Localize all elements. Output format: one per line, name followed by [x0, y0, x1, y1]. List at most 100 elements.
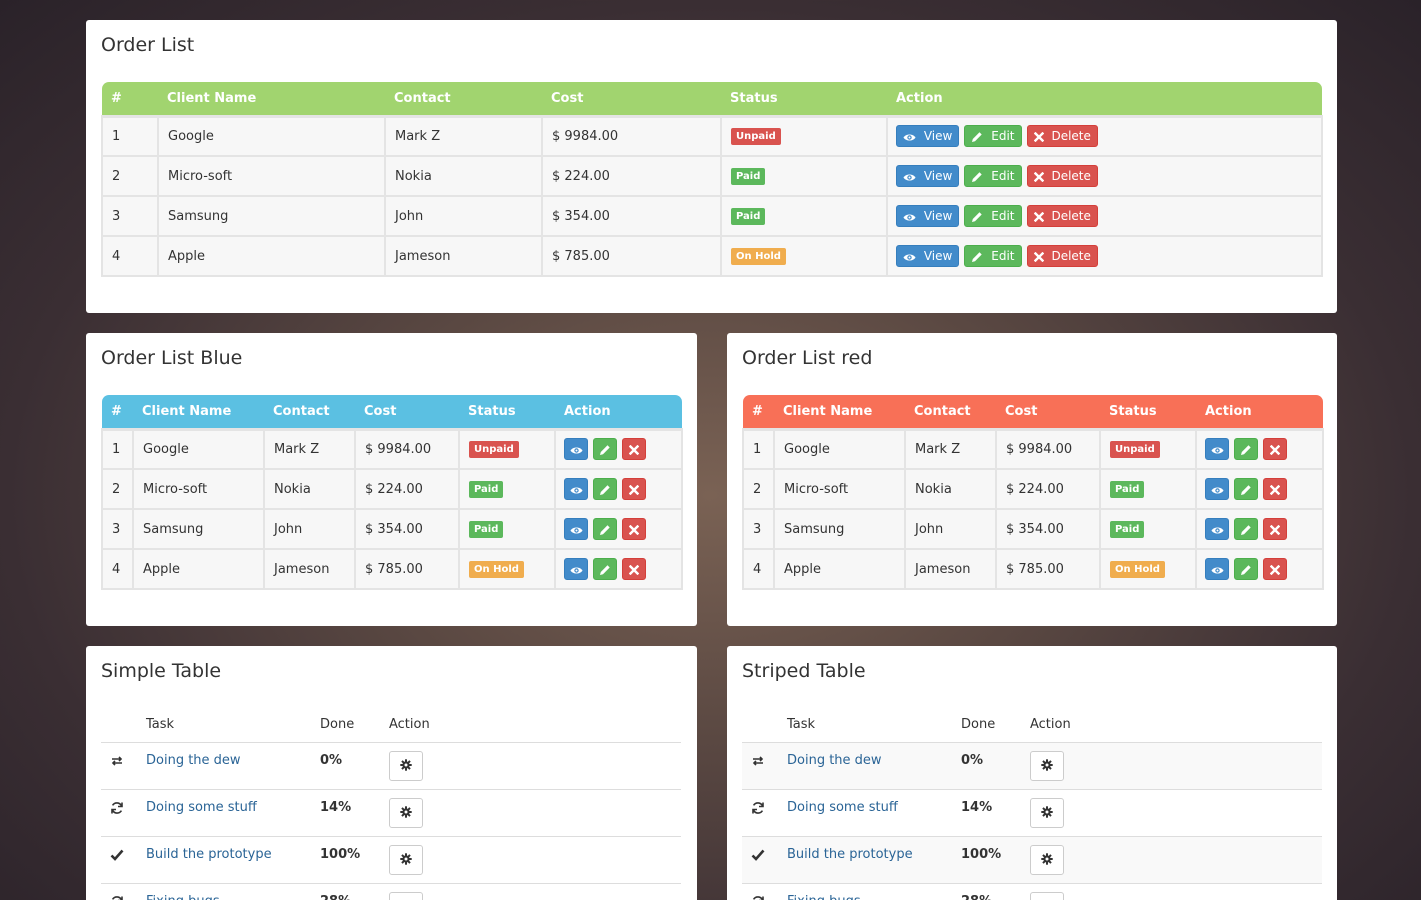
edit-button[interactable]: Edit [964, 205, 1022, 227]
task-link[interactable]: Fixing bugs [146, 894, 220, 900]
status-badge: Unpaid [469, 440, 519, 458]
view-button[interactable] [564, 438, 588, 461]
row-icon-cell [742, 742, 787, 790]
delete-button[interactable] [1263, 558, 1288, 580]
edit-button[interactable]: Edit [964, 245, 1022, 267]
check-icon [109, 847, 125, 863]
task-link[interactable]: Doing the dew [146, 753, 241, 768]
edit-button[interactable] [593, 438, 618, 461]
column-header: Status [1100, 395, 1196, 429]
task-link[interactable]: Doing the dew [787, 753, 882, 768]
settings-button[interactable] [1030, 891, 1064, 900]
edit-button[interactable] [1234, 518, 1259, 540]
settings-button[interactable] [389, 797, 423, 828]
view-button[interactable] [564, 558, 588, 580]
close-icon [1270, 560, 1281, 580]
delete-button[interactable] [1263, 478, 1288, 500]
table-row: 2 Micro-soft Nokia $ 224.00 Paid [101, 468, 683, 510]
edit-button[interactable]: Edit [964, 125, 1022, 148]
gear-icon [400, 893, 412, 900]
row-icon-cell [101, 789, 146, 837]
delete-button[interactable] [622, 518, 647, 540]
table-row: 3 Samsung John $ 354.00 Paid [101, 508, 683, 550]
settings-button[interactable] [1030, 797, 1064, 828]
cost-value: $ 785.00 [541, 235, 722, 277]
edit-button[interactable] [593, 478, 618, 500]
contact-name: John [263, 508, 356, 550]
status-badge: On Hold [469, 560, 524, 578]
delete-button[interactable]: Delete [1026, 125, 1098, 148]
cost-value: $ 354.00 [354, 508, 460, 550]
column-header: Contact [264, 395, 355, 429]
close-icon [1270, 520, 1281, 540]
row-number: 3 [742, 508, 775, 550]
eye-icon [1211, 440, 1224, 460]
eye-icon [1211, 560, 1224, 580]
action-cell [1195, 548, 1324, 590]
cost-value: $ 785.00 [995, 548, 1101, 590]
table-row: 1 Google Mark Z $ 9984.00 Unpaid [101, 427, 683, 470]
row-number: 1 [101, 427, 134, 470]
settings-button[interactable] [389, 750, 423, 781]
action-cell [1030, 883, 1322, 900]
status-cell: Paid [1099, 508, 1197, 550]
task-link[interactable]: Build the prototype [787, 847, 913, 862]
view-button[interactable] [1205, 518, 1229, 540]
edit-button[interactable] [593, 558, 618, 580]
column-header: Contact [905, 395, 996, 429]
task-link[interactable]: Doing some stuff [146, 800, 257, 815]
edit-button[interactable] [1234, 558, 1259, 580]
settings-button[interactable] [389, 844, 423, 875]
view-button[interactable]: View [896, 205, 960, 227]
edit-button[interactable] [1234, 438, 1259, 461]
eye-icon [1211, 480, 1224, 500]
close-icon [1033, 247, 1044, 267]
delete-button[interactable] [1263, 438, 1288, 461]
view-button[interactable] [1205, 558, 1229, 580]
view-button[interactable] [1205, 438, 1229, 461]
close-icon [1033, 167, 1044, 187]
row-number: 1 [742, 427, 775, 470]
delete-button[interactable] [622, 558, 647, 580]
delete-button[interactable]: Delete [1026, 165, 1098, 187]
eye-icon [903, 247, 916, 267]
close-icon [629, 520, 640, 540]
view-button[interactable]: View [896, 165, 960, 187]
gear-icon [400, 752, 412, 780]
delete-button[interactable] [622, 438, 647, 461]
task-link[interactable]: Build the prototype [146, 847, 272, 862]
status-cell: Unpaid [1099, 427, 1197, 470]
view-button[interactable] [564, 518, 588, 540]
settings-button[interactable] [1030, 750, 1064, 781]
row-number: 2 [101, 468, 134, 510]
contact-name: John [904, 508, 997, 550]
client-name: Apple [132, 548, 265, 590]
settings-button[interactable] [1030, 844, 1064, 875]
delete-button[interactable] [622, 478, 647, 500]
delete-button[interactable]: Delete [1026, 205, 1098, 227]
status-badge: Paid [731, 167, 766, 185]
task-cell: Fixing bugs [787, 883, 961, 900]
status-badge: Paid [469, 520, 504, 538]
task-link[interactable]: Doing some stuff [787, 800, 898, 815]
task-link[interactable]: Fixing bugs [787, 894, 861, 900]
settings-button[interactable] [389, 891, 423, 900]
status-cell: Paid [720, 195, 888, 237]
view-button[interactable]: View [896, 125, 960, 148]
view-button[interactable]: View [896, 245, 960, 267]
status-cell: Paid [458, 468, 556, 510]
edit-button[interactable] [1234, 478, 1259, 500]
contact-name: Mark Z [904, 427, 997, 470]
cost-value: $ 224.00 [354, 468, 460, 510]
view-button[interactable] [564, 478, 588, 500]
view-button[interactable] [1205, 478, 1229, 500]
row-icon-cell [742, 836, 787, 884]
status-badge: Paid [469, 480, 504, 498]
striped-table-panel: Striped Table Task Done Action Doing the d… [727, 646, 1337, 900]
edit-button[interactable] [593, 518, 618, 540]
delete-button[interactable] [1263, 518, 1288, 540]
delete-button-label: Delete [1047, 169, 1091, 183]
table-row: 4 Apple Jameson $ 785.00 On Hold View Edit D… [101, 235, 1323, 277]
delete-button[interactable]: Delete [1026, 245, 1098, 267]
edit-button[interactable]: Edit [964, 165, 1022, 187]
